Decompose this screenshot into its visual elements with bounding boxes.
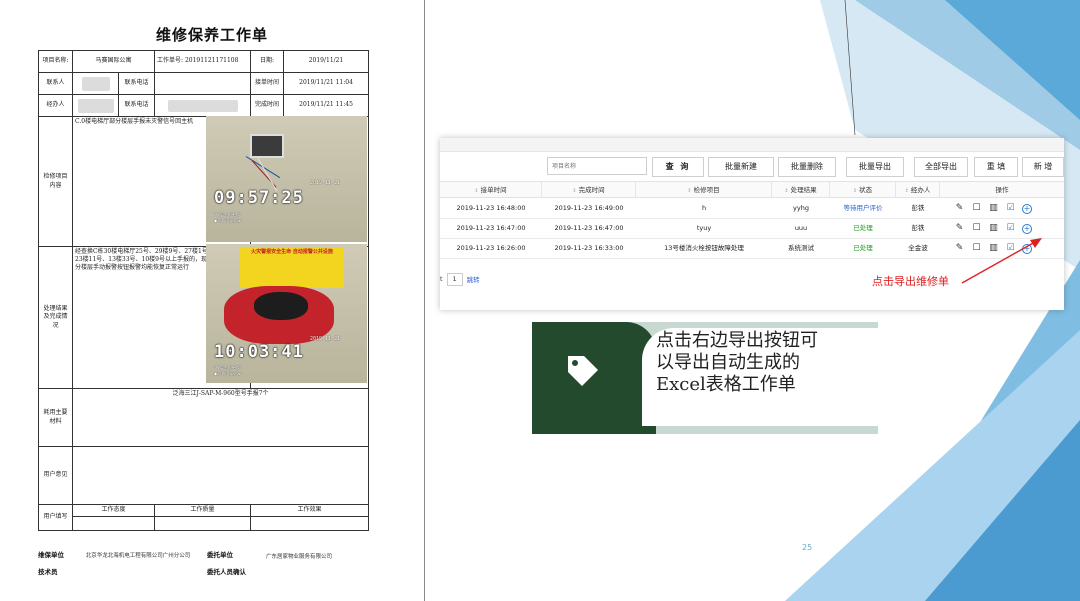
wrench-icon[interactable]: ✎ [954,243,965,254]
client-confirm-label: 委托人员确认 [207,568,246,576]
plus-circle-icon[interactable]: + [1022,203,1032,214]
label-material: 耗用主要材料 [38,388,73,447]
maint-unit-value: 北京华龙北海机电工程有限公司广州分公司 [85,553,191,559]
callout-text: 点击右边导出按钮可 以导出自动生成的 Excel表格工作单 [656,330,818,395]
work-quality-value [154,516,252,531]
export-all-button[interactable]: 全部导出 [914,157,968,177]
tag-icon [568,356,598,386]
label-user-eval: 用户填写 [38,504,73,531]
edit-box-icon[interactable]: ☐ [971,223,982,234]
status-badge: 已处理 [853,244,873,252]
row-actions: ✎ ☐ ▥ ☑ + [954,219,1032,238]
wrench-icon[interactable]: ✎ [954,223,965,234]
export-icon[interactable]: ☑ [1005,243,1016,254]
handler-redacted [72,94,119,117]
trash-icon[interactable]: ▥ [988,243,999,254]
reset-button[interactable]: 重 填 [974,157,1018,177]
client-unit-label: 委托单位 [207,551,233,559]
photo-timestamp-1: 09:57:25 [214,188,304,208]
instruction-callout: 点击右边导出按钮可 以导出自动生成的 Excel表格工作单 [532,322,878,434]
col-status[interactable]: ⇕ 状态 [830,182,896,198]
trash-icon[interactable]: ▥ [988,203,999,214]
row-actions: ✎ ☐ ▥ ☑ + [954,239,1032,258]
label-handler: 经办人 [38,94,73,117]
material-text: 泛海三江J-SAP-M-960型号手报7个 [71,388,370,447]
alarm-sticker: 火灾警报安全生命 自动报警公共设施 [240,248,344,288]
label-handler-phone: 联系电话 [117,94,156,117]
project-name-value: 马赛国际公寓 [71,50,156,73]
batch-export-button[interactable]: 批量导出 [846,157,904,177]
document-title: 维修保养工作单 [155,26,268,44]
label-date: 日期: [250,50,285,73]
label-work-quality: 工作质量 [154,504,252,517]
col-handler[interactable]: ⇕ 经办人 [896,182,940,198]
batch-new-button[interactable]: 批量新建 [708,157,774,177]
export-annotation: 点击导出维修单 [872,275,949,288]
tech-label: 技术员 [38,568,58,576]
plus-circle-icon[interactable]: + [1022,223,1032,234]
label-contact-phone: 联系电话 [117,72,156,95]
repair-photo-before: 2019-11-21 09:57:25 "慢层手报更换" ◆马赛国际公寓 [206,116,367,242]
edit-box-icon[interactable]: ☐ [971,243,982,254]
label-complete-time: 完成时间 [250,94,285,117]
status-badge: 已处理 [853,224,873,232]
page-number-input[interactable]: 1 [446,272,463,286]
receive-time-value: 2019/11/21 11:04 [283,72,370,95]
jump-link[interactable]: 跳转 [467,274,480,284]
wrench-icon[interactable]: ✎ [954,203,965,214]
col-repair-item[interactable]: ⇕ 检修项目 [636,182,772,198]
label-result: 处理结果及完成情况 [38,246,73,389]
status-badge: 等待用户评价 [843,204,883,212]
col-actions: 操作 [995,186,1009,194]
export-icon[interactable]: ☑ [1005,223,1016,234]
contact-phone-value [154,72,252,95]
user-opinion-value [71,446,370,505]
pagination: t 1 跳转 [440,272,480,286]
maintenance-list-panel: 查 询 批量新建 批量删除 批量导出 全部导出 重 填 新 增 ⇕接单时间 ⇕完… [440,138,1064,310]
slide-page-number: 25 [802,543,813,552]
col-result[interactable]: ⇕ 处理结果 [772,182,830,198]
photo-timestamp-2: 10:03:41 [214,342,304,362]
edit-box-icon[interactable]: ☐ [971,203,982,214]
complete-time-value: 2019/11/21 11:45 [283,94,370,117]
handler-phone-redacted [154,94,252,117]
date-value: 2019/11/21 [283,50,370,73]
label-work-attitude: 工作态度 [71,504,156,517]
repair-photo-after: 火灾警报安全生命 自动报警公共设施 2019-11-21 10:03:41 "慢… [206,244,367,383]
row-actions: ✎ ☐ ▥ ☑ + [954,199,1032,218]
query-button[interactable]: 查 询 [652,157,704,177]
col-complete-time[interactable]: ⇕ 完成时间 [542,182,636,198]
col-receive-time[interactable]: ⇕ 接单时间 [440,182,542,198]
work-result-value [250,516,370,531]
table-row[interactable]: 2019-11-23 16:26:00 2019-11-23 16:33:00 … [440,239,1064,259]
label-work-result: 工作效果 [250,504,370,517]
work-order-document: 维修保养工作单 项目名称: 马赛国际公寓 工作单号: 2019112117110… [0,0,424,601]
export-icon[interactable]: ☑ [1005,203,1016,214]
client-unit-value: 广东居家物业服务有限公司 [266,554,333,560]
search-input[interactable] [547,157,647,175]
trash-icon[interactable]: ▥ [988,223,999,234]
contact-redacted [72,72,119,95]
add-button[interactable]: 新 增 [1022,157,1064,177]
table-header: ⇕ 接单时间 ⇕ 完成时间 ⇕ 检修项目 ⇕ 处理结果 ⇕ 状态 ⇕ 经办人 操作 [440,181,1064,198]
label-repair-content: 检修项目内容 [38,116,73,247]
batch-delete-button[interactable]: 批量删除 [778,157,836,177]
table-row[interactable]: 2019-11-23 16:48:00 2019-11-23 16:49:00 … [440,199,1064,219]
work-order-no-cell: 工作单号: 20191121171108 [154,50,252,73]
plus-circle-icon[interactable]: + [1022,243,1032,254]
label-user-opinion: 用户意见 [38,446,73,505]
work-attitude-value [71,516,156,531]
label-receive-time: 接单时间 [250,72,285,95]
work-order-no-value: 20191121171108 [184,57,239,65]
label-project-name: 项目名称: [38,50,73,73]
label-contact: 联系人 [38,72,73,95]
table-row[interactable]: 2019-11-23 16:47:00 2019-11-23 16:47:00 … [440,219,1064,239]
